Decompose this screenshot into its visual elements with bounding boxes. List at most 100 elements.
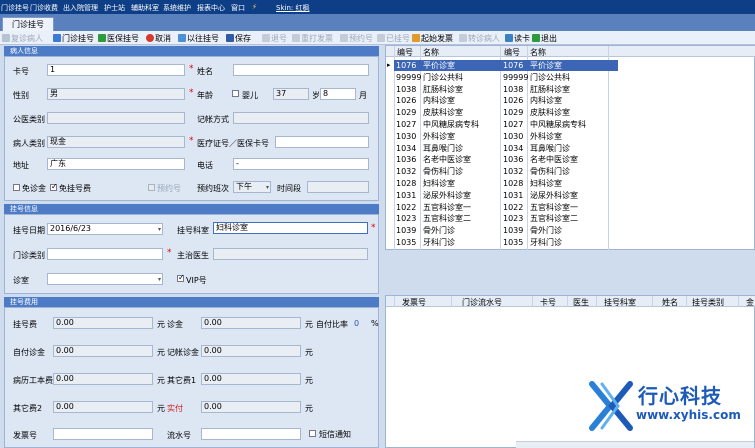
column-header-amount[interactable]: 金 (746, 297, 754, 308)
dept-code-cell-2[interactable]: 1036 (503, 154, 523, 165)
clinic-type-select[interactable] (47, 248, 163, 260)
serial-number-input[interactable] (201, 428, 301, 440)
vip-checkbox[interactable] (177, 273, 185, 282)
dept-name-cell-2[interactable]: 妇科诊室 (530, 178, 562, 189)
menu-nurse-station[interactable]: 护士站 (104, 3, 125, 13)
dept-name-cell-2[interactable]: 内科诊室 (530, 95, 562, 106)
dept-name-cell-2[interactable]: 耳鼻喉门诊 (530, 143, 570, 154)
refund-button[interactable]: 退号 (262, 33, 287, 44)
revisit-patient-button[interactable]: 复诊病人 (2, 33, 43, 44)
column-header-name-2[interactable]: 名称 (530, 47, 546, 58)
dept-code-cell[interactable]: 1034 (396, 143, 416, 154)
dept-code-cell[interactable]: 1036 (396, 154, 416, 165)
menu-admission[interactable]: 出入院管理 (63, 3, 98, 13)
transfer-patient-button[interactable]: 转诊病人 (459, 33, 500, 44)
menu-window[interactable]: 窗口 (231, 3, 245, 13)
dept-name-cell-2[interactable]: 外科诊室 (530, 131, 562, 142)
reg-date-picker[interactable]: 2016/6/23 ▾ (47, 223, 163, 235)
dept-name-cell-2[interactable]: 中风糖尿病专科 (530, 119, 586, 130)
dept-name-cell[interactable]: 泌尿外科诊室 (423, 190, 471, 201)
dept-name-cell[interactable]: 肛肠科诊室 (423, 84, 463, 95)
dept-name-cell[interactable]: 内科诊室 (423, 95, 455, 106)
dept-name-cell[interactable]: 妇科诊室 (423, 178, 455, 189)
dept-code-cell[interactable]: 1022 (396, 202, 416, 213)
dept-code-cell-2[interactable]: 1076 (503, 60, 523, 71)
gender-select[interactable]: 男 (47, 88, 185, 100)
dept-code-cell-2[interactable]: 1031 (503, 190, 523, 201)
column-header-code-2[interactable]: 编号 (504, 47, 520, 58)
dept-code-cell[interactable]: 1027 (396, 119, 416, 130)
patient-type-select[interactable]: 现金 (47, 136, 185, 148)
insurance-register-button[interactable]: 医保挂号 (98, 33, 139, 44)
reservation-button[interactable]: 预约号 (340, 33, 373, 44)
column-header-card[interactable]: 卡号 (540, 297, 556, 308)
dept-name-cell[interactable]: 中风糖尿病专科 (423, 119, 479, 130)
column-header-invoice[interactable]: 发票号 (402, 297, 426, 308)
horizontal-scrollbar[interactable] (516, 441, 754, 448)
free-consult-checkbox[interactable] (13, 184, 20, 191)
column-header-code[interactable]: 编号 (397, 47, 413, 58)
reservation-shift-select[interactable]: 下午 ▾ (233, 181, 271, 193)
dept-code-cell-2[interactable]: 1027 (503, 119, 523, 130)
tab-outpatient-registration[interactable]: 门诊挂号 (2, 17, 54, 31)
dept-code-cell[interactable]: 1038 (396, 84, 416, 95)
column-header-name[interactable]: 名称 (423, 47, 439, 58)
column-header-serial[interactable]: 门诊流水号 (462, 297, 502, 308)
dept-code-cell[interactable]: 1028 (396, 178, 416, 189)
menu-outpatient-registration[interactable]: 门诊挂号 (1, 3, 29, 13)
dept-name-cell-2[interactable]: 五官科诊室二 (530, 213, 578, 224)
save-button[interactable]: 保存 (226, 33, 251, 44)
menu-report-center[interactable]: 报表中心 (197, 3, 225, 13)
menu-auxiliary-dept[interactable]: 辅助科室 (131, 3, 159, 13)
certificate-input[interactable] (275, 136, 369, 148)
dept-name-cell-2[interactable]: 泌尿外科诊室 (530, 190, 578, 201)
dept-name-cell[interactable]: 皮肤科诊室 (423, 107, 463, 118)
column-header-doctor[interactable]: 医生 (573, 297, 589, 308)
reg-dept-input[interactable]: 妇科诊室 (213, 222, 368, 234)
read-card-button[interactable]: 读卡 (505, 33, 530, 44)
start-invoice-button[interactable]: 起始发票 (412, 33, 453, 44)
phone-input[interactable]: - (233, 158, 369, 170)
column-header-reg-type[interactable]: 挂号类别 (692, 297, 724, 308)
outpatient-register-button[interactable]: 门诊挂号 (53, 33, 94, 44)
dept-name-cell-2[interactable]: 肛肠科诊室 (530, 84, 570, 95)
dept-code-cell-2[interactable]: 1022 (503, 202, 523, 213)
free-reg-fee-checkbox[interactable] (50, 182, 58, 191)
dept-name-cell[interactable]: 外科诊室 (423, 131, 455, 142)
dept-code-cell-2[interactable]: 1039 (503, 225, 523, 236)
dept-name-cell[interactable]: 平价诊室 (423, 60, 455, 71)
dept-name-cell-2[interactable]: 平价诊室 (530, 60, 562, 71)
dept-name-cell[interactable]: 五官科诊室一 (423, 202, 471, 213)
dept-code-cell-2[interactable]: 1038 (503, 84, 523, 95)
dept-name-cell[interactable]: 牙科门诊 (423, 237, 455, 248)
dept-code-cell-2[interactable]: 1032 (503, 166, 523, 177)
room-select[interactable]: ▾ (47, 273, 163, 285)
dept-name-cell-2[interactable]: 骨伤科门诊 (530, 166, 570, 177)
dept-code-cell[interactable]: 99999 (396, 72, 421, 83)
doctor-select[interactable] (213, 248, 368, 260)
dept-name-cell[interactable]: 名老中医诊室 (423, 154, 471, 165)
age-months-input[interactable]: 8 (320, 88, 356, 100)
card-number-input[interactable]: 1 (47, 64, 185, 76)
column-header-dept[interactable]: 挂号科室 (604, 297, 636, 308)
reprint-invoice-button[interactable]: 重打发票 (292, 33, 333, 44)
infant-checkbox[interactable] (232, 90, 239, 97)
dept-code-cell[interactable]: 1031 (396, 190, 416, 201)
dept-code-cell[interactable]: 1023 (396, 213, 416, 224)
menu-system-maintenance[interactable]: 系统维护 (163, 3, 191, 13)
time-slot-select[interactable] (307, 181, 369, 193)
dept-code-cell-2[interactable]: 1028 (503, 178, 523, 189)
insurance-type-select[interactable] (47, 112, 185, 124)
dept-code-cell-2[interactable]: 99999 (503, 72, 528, 83)
past-registration-button[interactable]: 以往挂号 (178, 33, 219, 44)
dept-name-cell-2[interactable]: 名老中医诊室 (530, 154, 578, 165)
invoice-number-input[interactable] (53, 428, 153, 440)
dept-code-cell[interactable]: 1039 (396, 225, 416, 236)
dept-code-cell-2[interactable]: 1029 (503, 107, 523, 118)
dept-name-cell-2[interactable]: 五官科诊室一 (530, 202, 578, 213)
dept-name-cell[interactable]: 耳鼻喉门诊 (423, 143, 463, 154)
dept-code-cell[interactable]: 1026 (396, 95, 416, 106)
dept-code-cell[interactable]: 1035 (396, 237, 416, 248)
skin-selector[interactable]: Skin: 红枫 (276, 3, 309, 13)
dept-code-cell-2[interactable]: 1034 (503, 143, 523, 154)
